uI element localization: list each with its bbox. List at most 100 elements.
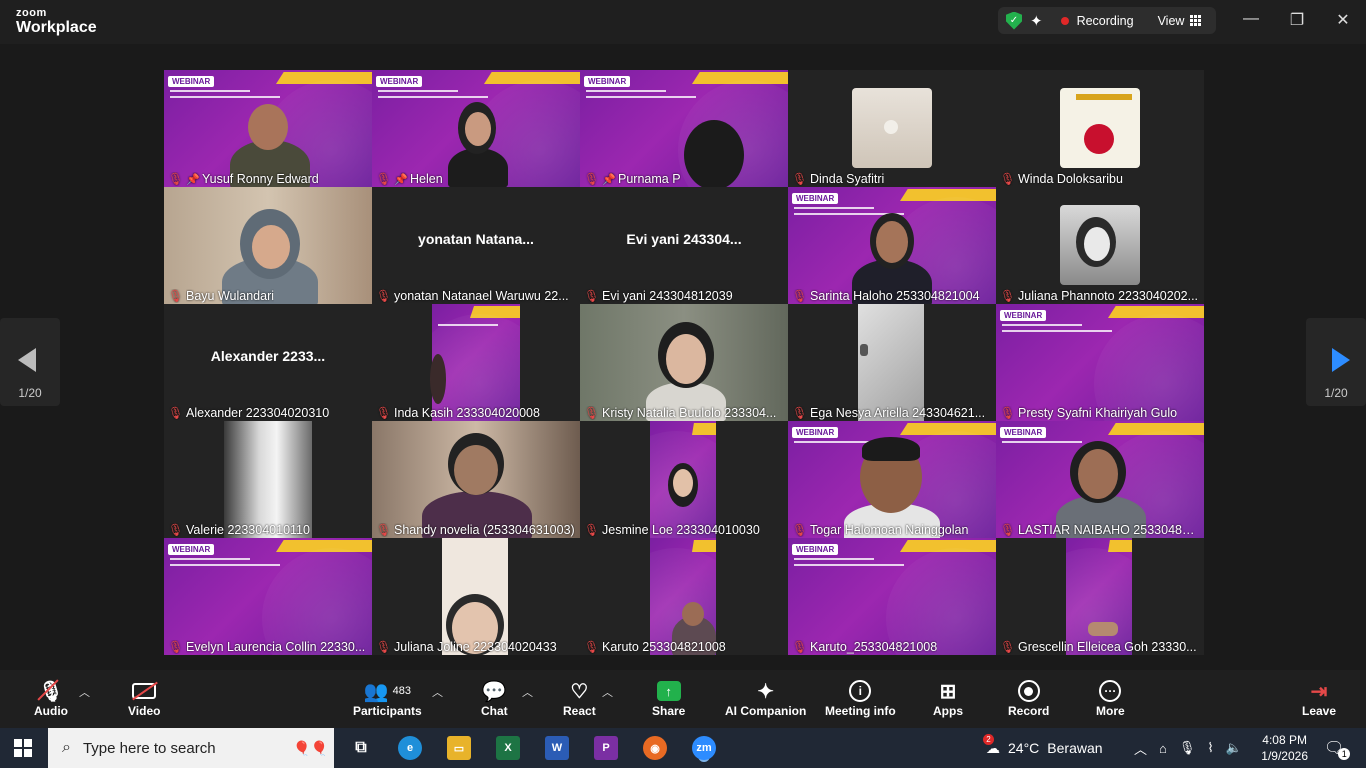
participant-tile[interactable]: 🎙 Karuto 253304821008 [580,538,788,655]
meeting-toolbar: 🎙 Audio ︿ Video 👥 483 Participants ︿ 💬 Ch… [0,670,1366,728]
webinar-text-line [170,558,250,560]
notification-icon: 🗨 1 [1324,738,1351,760]
yudisium-banner [1076,94,1132,100]
participant-tile[interactable]: Evi yani 243304... 🎙 Evi yani 24330481203… [580,187,788,304]
person-head [666,334,706,384]
mic-muted-icon: 🎙 [792,640,808,654]
webinar-background: WEBINAR [788,538,996,655]
webinar-tag: WEBINAR [168,76,215,87]
firefox-icon[interactable]: ◉ [643,736,667,760]
share-button[interactable]: ↑ Share [652,678,685,718]
ai-companion-button[interactable]: ✦ AI Companion [725,678,806,719]
sponsor-strip [470,306,520,318]
participant-tile[interactable]: 🎙 Shandy novelia (253304631003) [372,421,580,538]
view-button[interactable]: View [1158,14,1202,28]
mic-muted-icon: 🎙 [792,406,808,420]
microphone-tray-icon[interactable]: 🎙 [1179,740,1196,756]
pin-icon: 📌 [186,173,200,186]
webinar-text-line [1002,324,1082,326]
wifi-icon[interactable]: ⌇ [1207,740,1213,756]
volume-icon[interactable]: 🔈 [1226,740,1242,756]
participant-tile[interactable]: 🎙 Inda Kasih 233304020008 [372,304,580,421]
task-view-icon[interactable]: ⧉ [349,736,373,760]
participant-nameplate: 🎙 Jesmine Loe 233304010030 [584,523,784,537]
sponsor-strip [276,540,372,552]
taskbar-clock[interactable]: 4:08 PM 1/9/2026 [1261,732,1308,764]
participants-button[interactable]: 👥 483 Participants [353,678,422,719]
recording-label[interactable]: Recording [1077,14,1134,28]
participant-tile[interactable]: 🎙 Juliana Phannoto 2233040202... [996,187,1204,304]
minimize-icon[interactable]: — [1241,10,1261,28]
participant-tile[interactable]: 🎙 Grescellin Elleicea Goh 23330... [996,538,1204,655]
participants-count: 483 [392,685,411,697]
weather-widget[interactable]: ☁ 2 24°C Berawan [983,728,1103,768]
webinar-text-line [1002,441,1082,443]
apps-label: Apps [933,704,963,718]
participant-tile[interactable]: WEBINAR 🎙 Togar Halomoan Nainggolan [788,421,996,538]
webinar-background: WEBINAR [996,304,1204,421]
restore-icon[interactable]: ❐ [1287,10,1307,30]
edge-browser-icon[interactable]: e [398,736,422,760]
word-icon[interactable]: W [545,736,569,760]
participant-tile[interactable]: 🎙 Juliana Joline 223304020433 [372,538,580,655]
file-explorer-icon[interactable]: ▭ [447,736,471,760]
participant-tile[interactable]: Alexander 2233... 🎙 Alexander 22330402031… [164,304,372,421]
participant-tile-active-speaker[interactable]: WEBINAR 🎙 📌 Helen [372,70,580,187]
camera-tray-icon[interactable]: ⌂ [1159,741,1167,756]
recording-dot-icon [1060,16,1069,25]
apps-button[interactable]: ⊞ Apps [933,678,963,719]
participant-name: Winda Doloksaribu [1018,172,1123,186]
react-button[interactable]: ♡ React [563,678,596,719]
excel-icon[interactable]: X [496,736,520,760]
zoom-app-icon[interactable]: zm [692,736,716,760]
chat-button[interactable]: 💬 Chat [481,678,508,719]
participant-tile[interactable]: 🎙 Bayu Wulandari [164,187,372,304]
participant-tile[interactable]: 🎙 Dinda Syafitri [788,70,996,187]
ai-companion-sparkle-icon[interactable]: ✦ [1030,12,1043,30]
participant-nameplate: 🎙 Inda Kasih 233304020008 [376,406,576,420]
video-stage: 1/20 1/20 WEBINAR 🎙 📌 Yusuf Ronny Edward W… [0,44,1366,670]
notification-center[interactable]: 🗨 1 [1324,728,1351,768]
clock-date: 1/9/2026 [1261,749,1308,763]
windows-start-icon[interactable] [14,739,32,757]
participant-tile[interactable]: WEBINAR 🎙 Karuto_253304821008 [788,538,996,655]
participant-tile[interactable]: WEBINAR 🎙 LASTIAR NAIBAHO 253304821... [996,421,1204,538]
encryption-shield-icon[interactable]: ✓ [1006,11,1022,30]
participant-tile[interactable]: WEBINAR 🎙 Evelyn Laurencia Collin 22330..… [164,538,372,655]
previous-page-button[interactable]: 1/20 [0,318,60,406]
participant-nameplate: 🎙 Sarinta Haloho 253304821004 [792,289,992,303]
chat-options-caret[interactable]: ︿ [522,684,533,700]
leave-button[interactable]: ⇥ Leave [1302,678,1336,719]
participant-tile[interactable]: WEBINAR 🎙 📌 Yusuf Ronny Edward [164,70,372,187]
participant-tile[interactable]: 🎙 Ega Nesya Ariella 243304621... [788,304,996,421]
audio-options-caret[interactable]: ︿ [79,684,90,700]
react-options-caret[interactable]: ︿ [602,684,613,700]
participant-tile[interactable]: 🎙 Winda Doloksaribu [996,70,1204,187]
next-page-button[interactable]: 1/20 [1306,318,1366,406]
participant-name: Helen [410,172,443,186]
participant-tile[interactable]: 🎙 Jesmine Loe 233304010030 [580,421,788,538]
webinar-text-line [378,96,488,98]
participants-options-caret[interactable]: ︿ [432,684,443,700]
participant-tile[interactable]: 🎙 Kristy Natalia Buulolo 233304... [580,304,788,421]
audio-button[interactable]: 🎙 Audio [34,678,68,718]
person-head [465,112,491,146]
participant-tile[interactable]: WEBINAR 🎙 Presty Syafni Khairiyah Gulo [996,304,1204,421]
sponsor-strip [900,189,996,201]
chevron-up-icon[interactable]: ︿ [1134,739,1147,758]
more-button[interactable]: ··· More [1096,678,1125,718]
person-head [682,602,704,626]
participant-tile[interactable]: WEBINAR 🎙 📌 Purnama P [580,70,788,187]
meeting-info-button[interactable]: i Meeting info [825,678,896,718]
taskbar-search-box[interactable]: ⌕ Type here to search 🎈🎈 [48,728,334,768]
participant-tile[interactable]: yonatan Natana... 🎙 yonatan Natanael Waru… [372,187,580,304]
person-head [884,120,898,134]
pdf-app-icon[interactable]: P [594,736,618,760]
participant-tile[interactable]: 🎙 Valerie 223304010110 [164,421,372,538]
close-icon[interactable]: ✕ [1333,10,1353,30]
record-button[interactable]: Record [1008,678,1049,718]
chat-label: Chat [481,704,508,718]
participant-tile[interactable]: WEBINAR 🎙 Sarinta Haloho 253304821004 [788,187,996,304]
video-button[interactable]: Video [128,678,160,718]
participant-name: Togar Halomoan Nainggolan [810,523,969,537]
